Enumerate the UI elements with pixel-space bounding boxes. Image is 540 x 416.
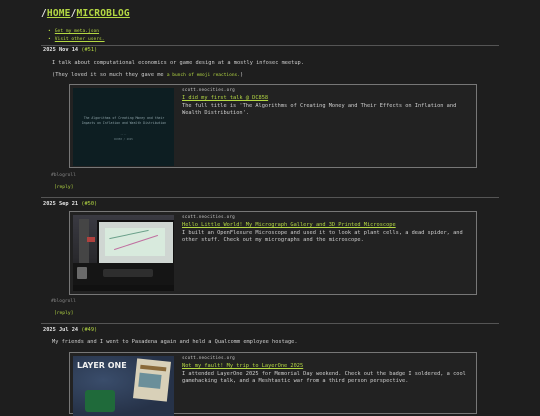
post-date: 2025 Jul 24 <box>43 327 79 333</box>
post-permalink[interactable]: (#50) <box>81 201 97 207</box>
post-permalink[interactable]: (#49) <box>81 327 97 333</box>
slide-image: The Algorithms of Creating Money and the… <box>73 88 174 166</box>
slide-title: The Algorithms of Creating Money and the… <box>81 116 167 125</box>
link-preview-thumbnail: LAYER ONE <box>73 356 174 416</box>
other-users-link[interactable]: Visit other users. <box>55 37 105 42</box>
post-header: 2025 Nov 14 (#51) <box>43 47 97 54</box>
link-preview-title[interactable]: Not my fault! My trip to LayerOne 2025 <box>182 363 470 370</box>
post-text: (They loved it so much they gave me a bu… <box>52 72 243 79</box>
link-preview-site: scott.neocities.org <box>182 88 235 93</box>
post-header: 2025 Jul 24 (#49) <box>43 327 97 334</box>
link-preview-description: I built an OpenFlexure Microscope and us… <box>182 229 463 244</box>
link-preview-card[interactable]: The Algorithms of Creating Money and the… <box>69 84 477 168</box>
magazine-image <box>133 358 171 402</box>
post-text: I talk about computational economics or … <box>52 60 304 66</box>
post-date: 2025 Nov 14 <box>43 47 79 53</box>
emoji-reactions-link[interactable]: a bunch of emoji reactions. <box>167 73 240 78</box>
post-header: 2025 Sep 21 (#50) <box>43 201 97 208</box>
link-preview-card[interactable]: scott.neocities.org Hello Little World! … <box>69 211 477 295</box>
divider <box>41 197 499 198</box>
link-preview-thumbnail: The Algorithms of Creating Money and the… <box>73 88 174 166</box>
link-preview-site: scott.neocities.org <box>182 215 235 220</box>
badge-image <box>85 390 115 412</box>
divider <box>41 323 499 324</box>
link-preview-text: scott.neocities.org Not my fault! My tri… <box>182 356 470 385</box>
link-preview-site: scott.neocities.org <box>182 356 235 361</box>
link-preview-thumbnail <box>73 215 174 291</box>
header-links: Get my meta.json Visit other users. <box>48 28 105 44</box>
reply-link[interactable]: [reply] <box>54 185 73 191</box>
link-preview-title[interactable]: I did my first talk @ DC858 <box>182 95 470 102</box>
reply-link[interactable]: [reply] <box>54 311 73 317</box>
post-tags[interactable]: #blogroll <box>51 299 76 305</box>
page-title: /HOME/MICROBLOG <box>41 8 130 21</box>
divider <box>41 45 499 46</box>
post-text: My friends and I went to Pasadena again … <box>52 339 298 345</box>
keyboard-image <box>103 269 153 277</box>
link-preview-text: scott.neocities.org I did my first talk … <box>182 88 470 117</box>
link-preview-description: I attended LayerOne 2025 for Memorial Da… <box>182 370 466 385</box>
slide-subtitle: DC858 / 2025 <box>114 138 133 141</box>
meta-json-link[interactable]: Get my meta.json <box>55 29 99 34</box>
list-item: Visit other users. <box>48 36 105 44</box>
microblog-link[interactable]: MICROBLOG <box>77 8 130 19</box>
post-permalink[interactable]: (#51) <box>81 47 97 53</box>
post-date: 2025 Sep 21 <box>43 201 79 207</box>
slide-subtitle: ---- <box>120 133 127 136</box>
link-preview-title[interactable]: Hello Little World! My Micrograph Galler… <box>182 222 470 229</box>
page: /HOME/MICROBLOG Get my meta.json Visit o… <box>0 0 540 416</box>
microscope-photo <box>73 215 174 285</box>
badge-photo: LAYER ONE <box>73 356 174 416</box>
link-preview-text: scott.neocities.org Hello Little World! … <box>182 215 470 244</box>
post-text-part: ) <box>239 72 244 78</box>
home-link[interactable]: HOME <box>47 8 71 19</box>
layerone-logo: LAYER ONE <box>77 361 127 370</box>
link-preview-description: The full title is 'The Algorithms of Cre… <box>182 102 457 117</box>
monitor-image <box>97 220 174 267</box>
list-item: Get my meta.json <box>48 28 105 36</box>
post-tags[interactable]: #blogroll <box>51 173 76 179</box>
post-text-part: (They loved it so much they gave me <box>52 72 167 78</box>
